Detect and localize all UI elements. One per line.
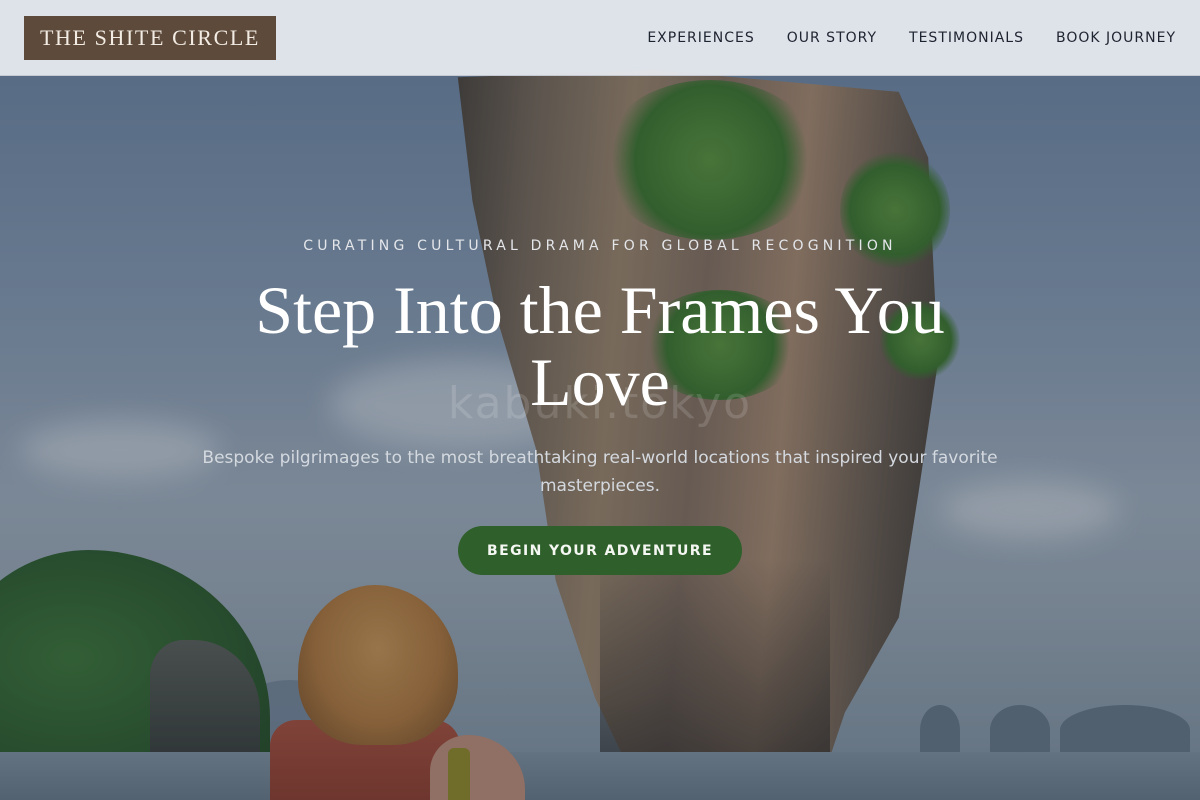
hero-section: CURATING CULTURAL DRAMA FOR GLOBAL RECOG…	[0, 0, 1200, 800]
nav-link-experiences[interactable]: EXPERIENCES	[647, 30, 754, 46]
nav-link-our-story[interactable]: OUR STORY	[787, 30, 877, 46]
site-logo[interactable]: THE SHITE CIRCLE	[24, 15, 276, 60]
nav-link-book-journey[interactable]: BOOK JOURNEY	[1056, 30, 1176, 46]
hero-eyebrow: CURATING CULTURAL DRAMA FOR GLOBAL RECOG…	[303, 238, 897, 254]
hero-subtitle: Bespoke pilgrimages to the most breathta…	[202, 448, 998, 496]
begin-adventure-button[interactable]: BEGIN YOUR ADVENTURE	[458, 526, 742, 575]
hero-headline: Step Into the Frames You Love	[255, 272, 945, 420]
main-nav: EXPERIENCES OUR STORY TESTIMONIALS BOOK …	[647, 30, 1176, 46]
top-navigation-bar: THE SHITE CIRCLE EXPERIENCES OUR STORY T…	[0, 0, 1200, 76]
nav-link-testimonials[interactable]: TESTIMONIALS	[909, 30, 1024, 46]
